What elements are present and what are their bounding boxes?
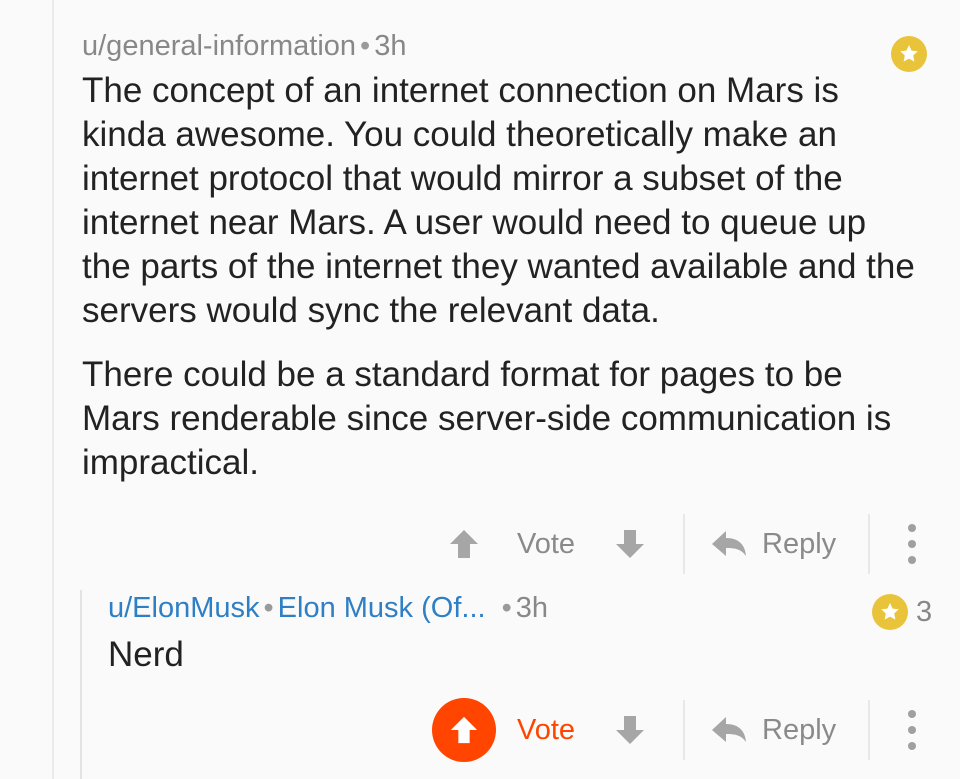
vote-score: Vote [516,527,576,560]
upvote-button[interactable] [440,524,488,564]
reply-arrow-icon [712,531,746,556]
user-flair: Elon Musk (Of... [277,592,486,624]
award-star-icon[interactable] [872,594,908,630]
more-options-icon[interactable] [896,520,928,568]
more-options-icon[interactable] [896,706,928,754]
comment-paragraph: There could be a standard format for pag… [82,355,892,482]
separator-dot: • [501,592,512,624]
reply-arrow-icon [712,717,746,742]
star-icon [881,603,899,620]
reply-label: Reply [762,713,837,746]
comment-age: 3h [515,592,548,624]
divider [683,700,685,760]
comment-paragraph: Nerd [108,635,184,674]
award-star-icon[interactable] [891,36,927,72]
username[interactable]: u/general-information [82,30,356,62]
downvote-button[interactable] [606,524,654,564]
comment-age: 3h [374,30,407,62]
award-count: 3 [916,596,933,628]
divider [868,514,870,574]
downvote-arrow-icon [616,716,644,744]
reply-thread-line[interactable] [80,590,82,779]
comment-body: The concept of an internet connection on… [82,69,922,485]
comment-actions: Vote Reply [440,514,940,574]
reply-button[interactable]: Reply [710,524,840,564]
upvote-arrow-icon [450,530,478,558]
reply-button[interactable]: Reply [710,710,840,750]
username[interactable]: u/ElonMusk [108,592,260,624]
comment-paragraph: The concept of an internet connection on… [82,71,915,330]
upvote-button[interactable] [432,698,496,762]
downvote-button[interactable] [606,710,654,750]
divider [683,514,685,574]
reply-label: Reply [762,527,837,560]
comment-actions: Vote Reply [430,698,940,762]
comment: u/general-information • 3h The concept of … [82,30,932,485]
vote-score: Vote [516,713,576,746]
downvote-arrow-icon [616,530,644,558]
divider [868,700,870,760]
upvote-arrow-icon [450,716,478,744]
thread-line[interactable] [52,0,54,779]
comment-meta: u/ElonMusk • Elon Musk (Of... • 3h [108,592,888,625]
separator-dot: • [360,30,371,62]
star-icon [900,45,918,62]
separator-dot: • [263,592,274,624]
comment-meta: u/general-information • 3h [82,30,932,63]
comment-body: Nerd [108,633,888,677]
comment: u/ElonMusk • Elon Musk (Of... • 3h Nerd [108,592,888,677]
